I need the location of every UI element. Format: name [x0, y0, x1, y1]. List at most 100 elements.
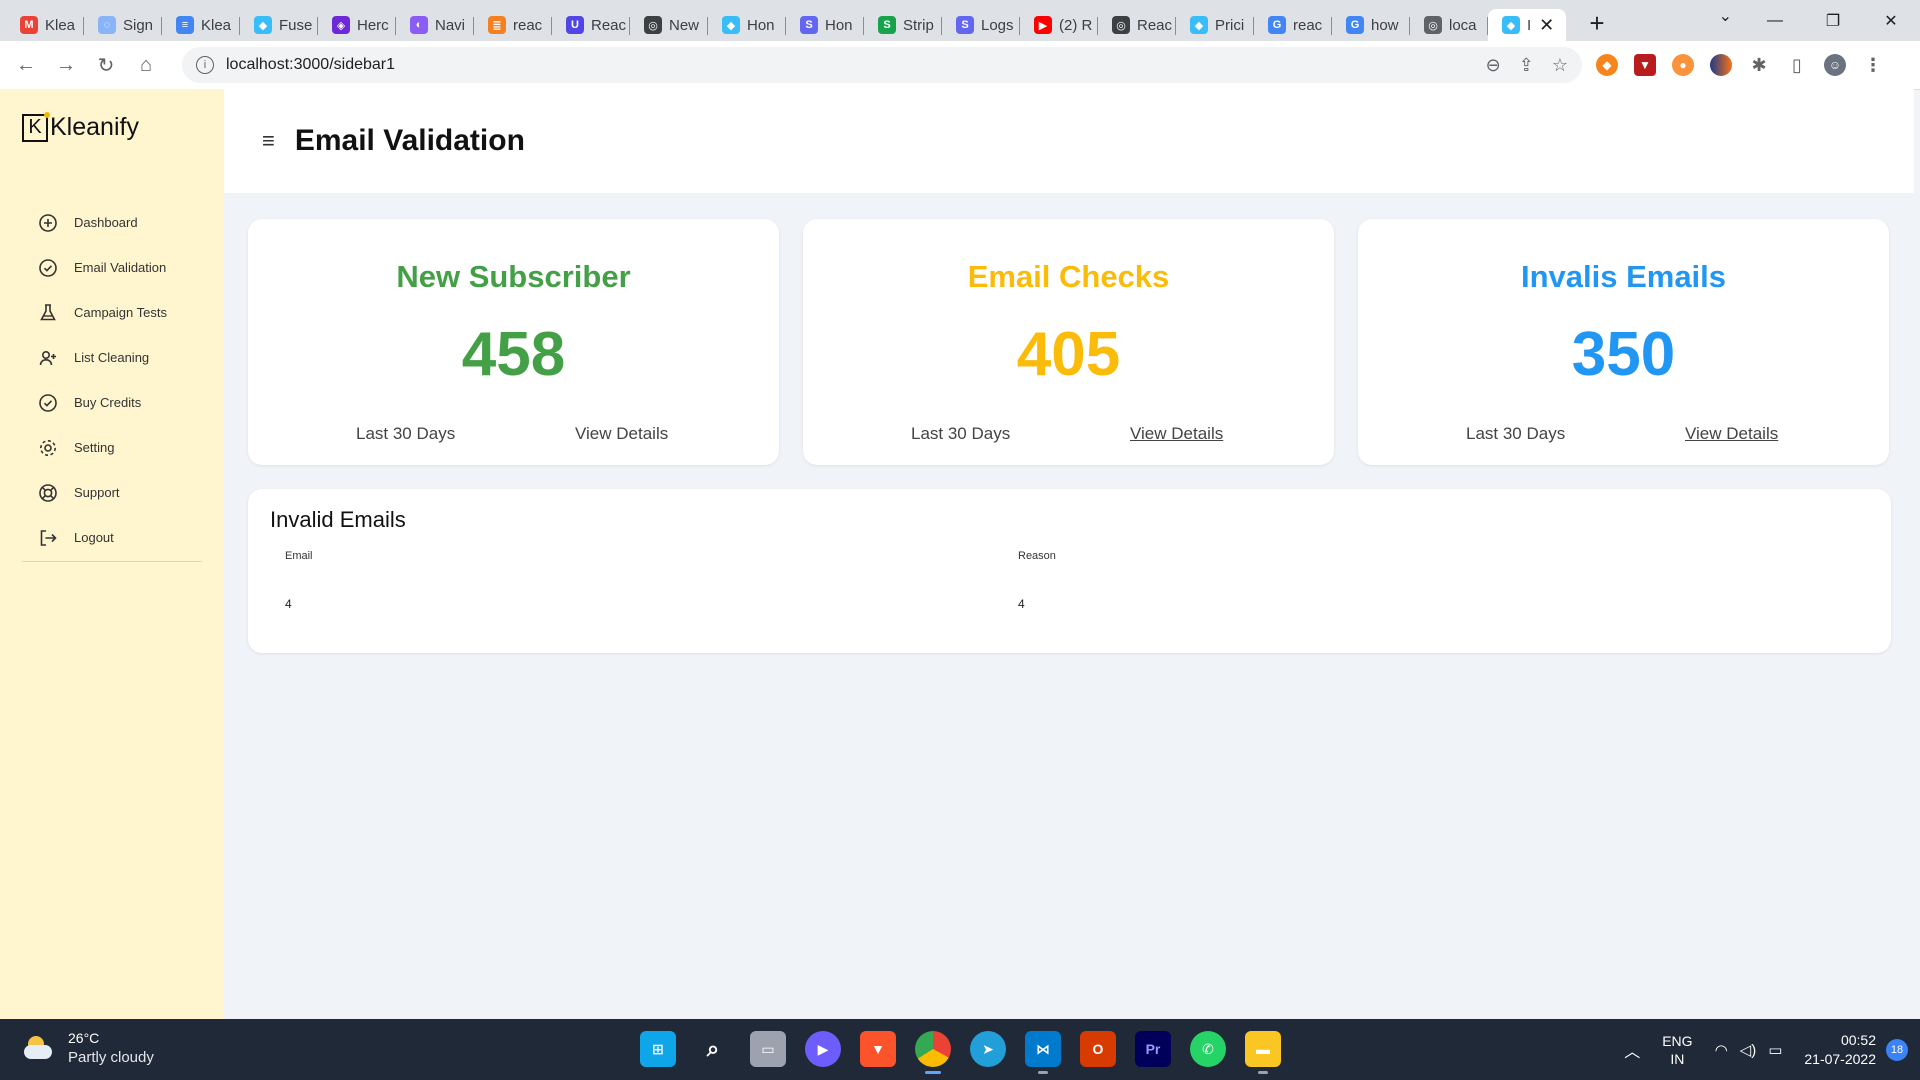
vscode-icon[interactable]: ⋈	[1025, 1031, 1061, 1074]
home-icon[interactable]: ⌂	[126, 45, 166, 85]
puzzle-icon[interactable]: ✱	[1748, 54, 1770, 76]
browser-tab[interactable]: ◆ Fuse	[240, 9, 318, 41]
column-header-email: Email	[285, 550, 313, 562]
wifi-icon[interactable]: ◠	[1715, 1041, 1728, 1059]
teams-chat-icon[interactable]: ▶	[805, 1031, 841, 1067]
browser-tab[interactable]: ◎ New	[630, 9, 708, 41]
stackoverflow-icon: ≣	[488, 16, 506, 34]
view-details-link[interactable]: View Details	[575, 424, 668, 444]
browser-tab[interactable]: ▶ (2) R	[1020, 9, 1098, 41]
browser-tab-label: Klea	[45, 16, 76, 34]
reload-icon[interactable]: ↻	[86, 45, 126, 85]
windows-start-icon[interactable]: ⊞	[640, 1031, 676, 1067]
office-icon[interactable]: O	[1080, 1031, 1116, 1067]
browser-tab[interactable]: S Strip	[864, 9, 942, 41]
address-bar[interactable]: i localhost:3000/sidebar1 ⊖ ⇪ ☆	[182, 47, 1582, 83]
sidebar-item-dashboard[interactable]: Dashboard	[38, 200, 167, 245]
browser-tab-label: Hon	[825, 16, 853, 34]
restore-icon[interactable]: ❐	[1804, 0, 1862, 41]
chevron-down-icon[interactable]: ⌄	[1719, 6, 1732, 26]
browser-tab[interactable]: ◆ Prici	[1176, 9, 1254, 41]
stat-card-invalid-emails: Invalis Emails 350 Last 30 Days View Det…	[1358, 219, 1889, 465]
browser-tab[interactable]: ◆ Hon	[708, 9, 786, 41]
browser-tab[interactable]: ◈ Herc	[318, 9, 396, 41]
home-icon: ◆	[722, 16, 740, 34]
active-tab-favicon: ◆	[1502, 16, 1520, 34]
notification-badge[interactable]: 18	[1886, 1038, 1908, 1061]
browser-tab[interactable]: S Hon	[786, 9, 864, 41]
extension-icon[interactable]: ●	[1672, 54, 1694, 76]
hamburger-menu-icon[interactable]: ≡	[262, 128, 275, 154]
whatsapp-icon[interactable]: ✆	[1190, 1031, 1226, 1067]
sidebar-item-support[interactable]: Support	[38, 470, 167, 515]
volume-icon[interactable]: ◁)	[1740, 1041, 1757, 1059]
sidebar-item-buy-credits[interactable]: Buy Credits	[38, 380, 167, 425]
browser-tab[interactable]: ◎ Reac	[1098, 9, 1176, 41]
clock[interactable]: 00:52 21-07-2022	[1804, 1031, 1876, 1069]
brand-logo[interactable]: K Kleanify	[22, 111, 139, 142]
close-window-icon[interactable]: ✕	[1862, 0, 1920, 41]
view-details-link[interactable]: View Details	[1685, 424, 1778, 444]
more-menu-icon[interactable]: ⋮	[1862, 54, 1884, 76]
sidebar-item-logout[interactable]: Logout	[38, 515, 167, 560]
telegram-icon[interactable]: ➤	[970, 1031, 1006, 1067]
browser-tab[interactable]: Greac	[1254, 9, 1332, 41]
profile-avatar[interactable]: ☺	[1824, 54, 1846, 76]
search-icon[interactable]: ⌕	[695, 1031, 731, 1067]
clock-time: 00:52	[1840, 1031, 1876, 1048]
close-icon[interactable]: ✕	[1539, 15, 1554, 36]
premiere-pro-icon[interactable]: Pr	[1135, 1031, 1171, 1067]
sidebar-item-label: Support	[74, 485, 120, 500]
zoom-icon[interactable]: ⊖	[1486, 55, 1501, 76]
browser-tab[interactable]: Ghow	[1332, 9, 1410, 41]
forward-arrow-icon[interactable]: →	[46, 45, 86, 85]
site-info-icon[interactable]: i	[196, 56, 214, 74]
minimize-icon[interactable]: —	[1746, 0, 1804, 41]
browser-tab[interactable]: ◎ loca	[1410, 9, 1488, 41]
browser-tab[interactable]: ◌ Sign	[84, 9, 162, 41]
chrome-icon[interactable]	[915, 1031, 951, 1074]
logs-icon: S	[956, 16, 974, 34]
browser-tab-label: reac	[1293, 16, 1323, 34]
browser-tab-active[interactable]: ◆ I ✕	[1488, 9, 1566, 41]
browser-tab[interactable]: S Logs	[942, 9, 1020, 41]
sidebar-item-email-validation[interactable]: Email Validation	[38, 245, 167, 290]
sidebar: K Kleanify Dashboard Email Validation Camp…	[0, 89, 224, 1019]
system-tray: ︿ ENG IN ◠ ◁) ▭ 00:52 21-07-2022 18	[1624, 1019, 1920, 1080]
clock-date: 21-07-2022	[1804, 1050, 1876, 1067]
browser-tab[interactable]: M Klea	[6, 9, 84, 41]
check-circle-icon	[39, 393, 57, 412]
browser-tab-label: Fuse	[279, 16, 313, 34]
view-details-link[interactable]: View Details	[1130, 424, 1223, 444]
bookmark-star-icon[interactable]: ☆	[1552, 55, 1568, 76]
url-text[interactable]: localhost:3000/sidebar1	[226, 56, 395, 74]
language-indicator[interactable]: ENG IN	[1662, 1032, 1692, 1068]
sidebar-item-label: Campaign Tests	[74, 305, 167, 320]
browser-tab[interactable]: ◐ Navi	[396, 9, 474, 41]
brave-icon[interactable]: ▼	[860, 1031, 896, 1067]
weather-widget[interactable]: 26°C Partly cloudy	[24, 1029, 154, 1067]
browser-tab-label: Klea	[201, 16, 232, 34]
chevron-up-icon[interactable]: ︿	[1624, 1038, 1640, 1062]
sidebar-item-setting[interactable]: Setting	[38, 425, 167, 470]
new-tab-button[interactable]: +	[1580, 7, 1614, 41]
windows-taskbar: 26°C Partly cloudy ⊞ ⌕ ▭ ▶ ▼ ➤ ⋈ O Pr ✆ …	[0, 1019, 1920, 1080]
sidebar-item-list-cleaning[interactable]: List Cleaning	[38, 335, 167, 380]
browser-tab[interactable]: U Reac	[552, 9, 630, 41]
task-view-icon[interactable]: ▭	[750, 1031, 786, 1067]
browser-tab-label: how	[1371, 16, 1399, 34]
share-icon[interactable]: ⇪	[1519, 55, 1534, 76]
extension-icon[interactable]	[1710, 54, 1732, 76]
ublock-icon[interactable]: ▼	[1634, 54, 1656, 76]
sidebar-item-label: Setting	[74, 440, 115, 455]
battery-icon[interactable]: ▭	[1768, 1041, 1782, 1059]
side-panel-icon[interactable]: ▯	[1786, 54, 1808, 76]
back-arrow-icon[interactable]: ←	[6, 45, 46, 85]
sidebar-item-campaign-tests[interactable]: Campaign Tests	[38, 290, 167, 335]
github-icon: ◎	[644, 16, 662, 34]
file-explorer-icon[interactable]: ▬	[1245, 1031, 1281, 1074]
metamask-icon[interactable]: ◆	[1596, 54, 1618, 76]
browser-tab[interactable]: ≣ reac	[474, 9, 552, 41]
browser-tab-strip: M Klea ◌ Sign ≡ Klea ◆ Fuse ◈ Herc ◐ Navi ≣ reac U Reac…	[0, 0, 1920, 41]
browser-tab[interactable]: ≡ Klea	[162, 9, 240, 41]
